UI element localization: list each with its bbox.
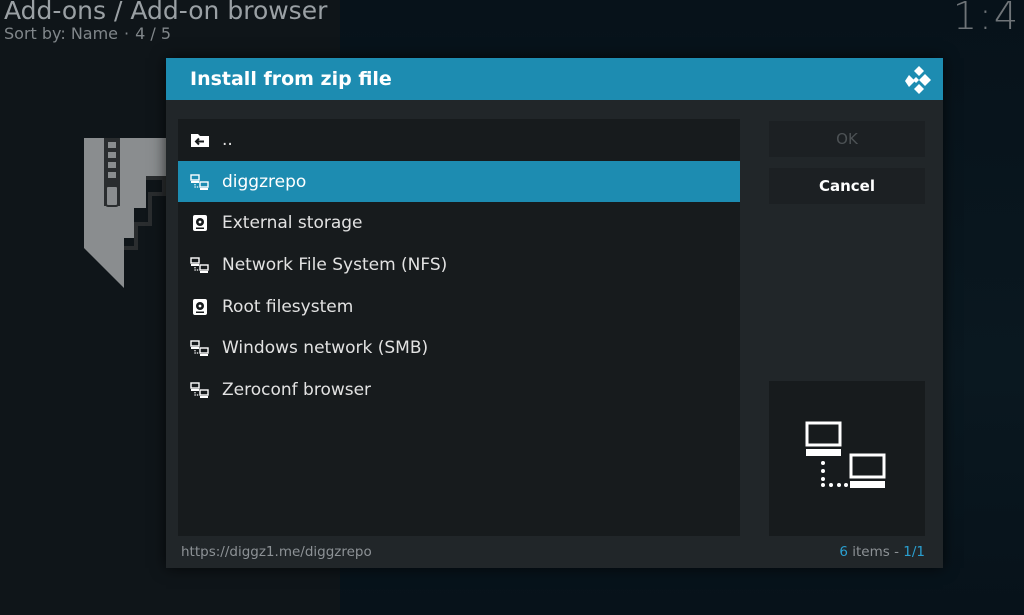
position-indicator: 4 / 5 bbox=[135, 24, 172, 43]
cancel-button[interactable]: Cancel bbox=[769, 168, 925, 204]
item-count: 6 items - 1/1 bbox=[839, 544, 925, 560]
list-item-label: .. bbox=[222, 129, 233, 150]
page-title: Add-ons / Add-on browser bbox=[4, 0, 328, 25]
sort-label: Sort by: Name bbox=[4, 24, 119, 43]
source-list: .. diggzrepo External storage Network Fi… bbox=[178, 119, 740, 536]
list-item-nfs[interactable]: Network File System (NFS) bbox=[178, 244, 740, 286]
count-text: items bbox=[852, 544, 890, 560]
network-icon bbox=[178, 257, 222, 273]
list-item-label: Windows network (SMB) bbox=[222, 338, 429, 359]
count-separator: - bbox=[894, 544, 899, 560]
dialog-title: Install from zip file bbox=[190, 68, 392, 90]
sort-info: Sort by: Name · 4 / 5 bbox=[4, 24, 171, 43]
dialog-header: Install from zip file bbox=[166, 58, 943, 100]
list-item-parent[interactable]: .. bbox=[178, 119, 740, 161]
item-preview bbox=[769, 381, 925, 536]
list-item-zeroconf[interactable]: Zeroconf browser bbox=[178, 369, 740, 411]
back-folder-icon bbox=[178, 132, 222, 148]
zip-file-icon bbox=[84, 138, 170, 288]
clock: 1:4 bbox=[952, 0, 1020, 38]
network-icon bbox=[178, 173, 222, 190]
list-item-label: Root filesystem bbox=[222, 296, 354, 317]
list-item-label: External storage bbox=[222, 213, 363, 234]
footer-path: https://diggz1.me/diggzrepo bbox=[181, 544, 372, 560]
drive-icon bbox=[178, 214, 222, 232]
list-item-smb[interactable]: Windows network (SMB) bbox=[178, 327, 740, 369]
network-icon bbox=[178, 340, 222, 357]
ok-button[interactable]: OK bbox=[769, 121, 925, 157]
list-item-label: Network File System (NFS) bbox=[222, 254, 448, 275]
network-icon bbox=[178, 382, 222, 398]
list-item-label: Zeroconf browser bbox=[222, 379, 372, 400]
install-zip-dialog: Install from zip file .. diggzrepo Exter… bbox=[166, 58, 943, 568]
network-preview-icon bbox=[805, 421, 886, 488]
list-item-diggzrepo[interactable]: diggzrepo bbox=[178, 160, 740, 203]
list-item-label: diggzrepo bbox=[222, 171, 307, 192]
kodi-logo-icon bbox=[905, 66, 931, 94]
list-item-external-storage[interactable]: External storage bbox=[178, 202, 740, 244]
count-number: 6 bbox=[839, 544, 848, 560]
list-item-root-filesystem[interactable]: Root filesystem bbox=[178, 286, 740, 328]
drive-icon bbox=[178, 298, 222, 316]
separator: · bbox=[124, 24, 130, 43]
page-indicator: 1/1 bbox=[903, 544, 925, 560]
